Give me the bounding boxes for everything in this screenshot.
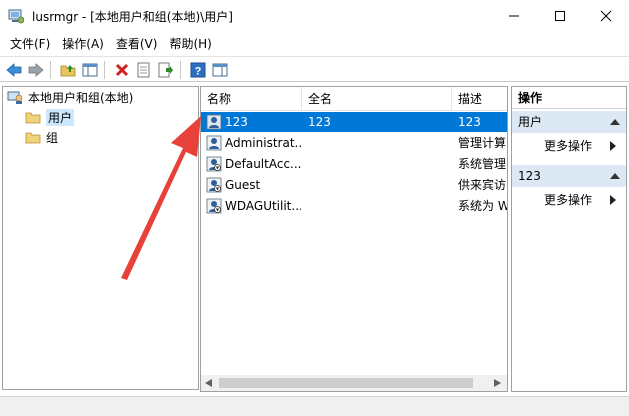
menu-help[interactable]: 帮助(H) [163, 33, 217, 55]
user-description: 系统为 W [458, 199, 507, 213]
tree-item-label: 组 [46, 130, 59, 145]
action-pane: 操作 用户 更多操作 123 更多操作 [511, 86, 627, 392]
show-hide-console-tree-button[interactable] [80, 60, 100, 80]
scrollbar-thumb[interactable] [219, 378, 473, 388]
collapse-icon[interactable] [610, 119, 620, 125]
table-row[interactable]: WDAGUtilit... 系统为 W [201, 196, 507, 216]
menu-view[interactable]: 查看(V) [110, 33, 164, 55]
menu-action[interactable]: 操作(A) [56, 33, 110, 55]
user-fullname [308, 133, 448, 153]
tree-item-label: 用户 [46, 108, 75, 126]
toolbar-separator [50, 61, 51, 79]
column-header-description[interactable]: 描述 [452, 87, 507, 111]
window-title: lusrmgr - [本地用户和组(本地)\用户] [32, 10, 233, 24]
table-row[interactable]: DefaultAcc... 系统管理 [201, 154, 507, 174]
user-icon [206, 114, 222, 130]
submenu-arrow-icon [610, 195, 616, 205]
maximize-icon [555, 11, 565, 21]
user-description: 管理计算 [458, 136, 507, 150]
submenu-arrow-icon [610, 141, 616, 151]
user-fullname [308, 196, 448, 216]
toolbar-separator [180, 61, 181, 79]
toolbar: ? [0, 56, 629, 82]
table-row[interactable]: Administrat... 管理计算 [201, 133, 507, 153]
list-header: 名称 全名 描述 [201, 87, 507, 111]
help-icon: ? [190, 62, 206, 78]
more-actions-label: 更多操作 [544, 139, 593, 153]
forward-button[interactable] [26, 60, 46, 80]
disabled-user-icon [206, 156, 222, 172]
svg-text:?: ? [195, 66, 202, 78]
action-pane-icon [212, 63, 228, 77]
user-icon [206, 135, 222, 151]
menu-file[interactable]: 文件(F) [4, 33, 56, 55]
action-section-users[interactable]: 用户 [512, 111, 626, 133]
more-actions-label: 更多操作 [544, 193, 593, 207]
title-bar: lusrmgr - [本地用户和组(本地)\用户] [0, 0, 629, 32]
delete-button[interactable] [112, 60, 132, 80]
table-row[interactable]: 123 123 123 [201, 112, 507, 132]
folder-up-icon [60, 65, 76, 77]
user-fullname: 123 [308, 115, 331, 129]
close-button[interactable] [583, 0, 629, 32]
scroll-right-icon[interactable] [493, 379, 501, 387]
export-list-button[interactable] [156, 60, 176, 80]
tree-root[interactable]: 本地用户和组(本地) [7, 88, 133, 106]
user-description: 123 [458, 115, 481, 129]
properties-icon [137, 62, 150, 78]
table-row[interactable]: Guest 供来宾访 [201, 175, 507, 195]
user-name: WDAGUtilit... [225, 199, 301, 213]
more-actions-users[interactable]: 更多操作 [512, 136, 626, 156]
forward-arrow-icon [28, 63, 44, 77]
properties-button[interactable] [134, 60, 154, 80]
disabled-user-icon [206, 177, 222, 193]
user-description: 系统管理 [458, 157, 507, 171]
tree-root-label: 本地用户和组(本地) [28, 90, 134, 105]
minimize-button[interactable] [491, 0, 537, 32]
user-list: 名称 全名 描述 123 123 123 Administrat... 管理计算… [200, 86, 508, 392]
action-section-label: 123 [518, 169, 541, 183]
show-hide-action-pane-button[interactable] [210, 60, 230, 80]
column-header-fullname[interactable]: 全名 [302, 87, 452, 111]
back-button[interactable] [4, 60, 24, 80]
close-icon [600, 10, 612, 22]
user-name: DefaultAcc... [225, 157, 301, 171]
delete-icon [115, 63, 129, 77]
help-button[interactable]: ? [188, 60, 208, 80]
collapse-icon[interactable] [610, 173, 620, 179]
console-tree: 本地用户和组(本地) 用户 组 [2, 86, 199, 390]
status-bar [0, 396, 629, 416]
user-fullname [308, 154, 448, 174]
back-arrow-icon [6, 63, 22, 77]
action-section-label: 用户 [518, 115, 543, 129]
tree-item-groups[interactable]: 组 [25, 128, 58, 146]
minimize-icon [509, 15, 519, 17]
console-tree-icon [82, 63, 98, 77]
user-description: 供来宾访 [458, 178, 507, 192]
local-users-groups-icon [7, 91, 23, 104]
user-name: 123 [225, 115, 248, 129]
horizontal-scrollbar[interactable] [201, 375, 507, 391]
maximize-button[interactable] [537, 0, 583, 32]
toolbar-separator [104, 61, 105, 79]
user-fullname [308, 175, 448, 195]
user-name: Guest [225, 178, 261, 192]
action-section-user-123[interactable]: 123 [512, 165, 626, 187]
export-list-icon [158, 62, 173, 78]
menu-bar: 文件(F) 操作(A) 查看(V) 帮助(H) [0, 33, 629, 55]
folder-icon [25, 112, 41, 124]
more-actions-user-123[interactable]: 更多操作 [512, 190, 626, 210]
folder-icon [25, 132, 41, 144]
computer-management-icon [8, 9, 24, 24]
disabled-user-icon [206, 198, 222, 214]
user-name: Administrat... [225, 136, 301, 150]
up-level-button[interactable] [58, 60, 78, 80]
action-pane-title: 操作 [512, 87, 626, 109]
column-header-name[interactable]: 名称 [201, 87, 302, 111]
tree-item-users[interactable]: 用户 [25, 108, 75, 126]
scroll-left-icon[interactable] [205, 379, 213, 387]
